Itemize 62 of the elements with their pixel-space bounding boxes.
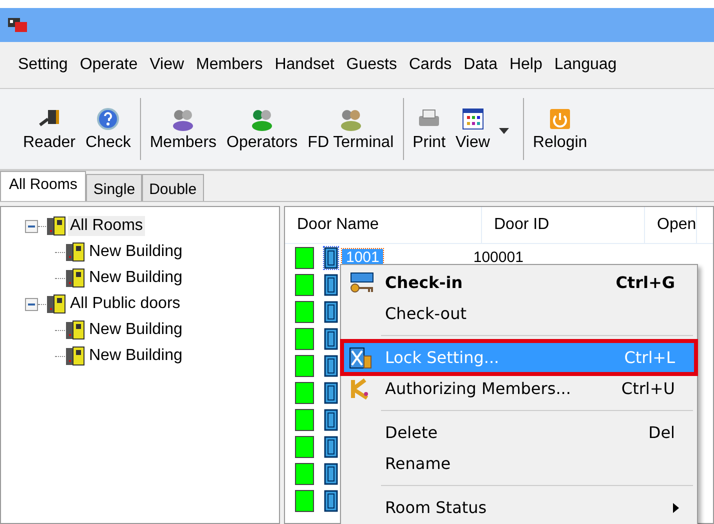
door-icon	[324, 408, 338, 430]
tree-item[interactable]: New Building	[87, 346, 184, 366]
toolbar-button[interactable]: Reader	[18, 104, 80, 154]
toolbar-button[interactable]: Print	[408, 104, 451, 154]
menu-item[interactable]: Handset	[268, 56, 340, 74]
tree-item[interactable]: New Building	[87, 242, 184, 262]
building-icon	[65, 320, 85, 340]
door-icon	[324, 382, 338, 404]
menu-item[interactable]: Authorizing Members... Ctrl+U	[343, 373, 695, 404]
building-icon	[46, 216, 66, 236]
door-icon	[324, 300, 338, 322]
tree-item[interactable]: New Building	[87, 268, 184, 288]
menu-item[interactable]: Operate	[74, 56, 144, 74]
building-icon	[65, 242, 85, 262]
collapse-icon[interactable]	[25, 220, 38, 232]
menu-item[interactable]: Check-out	[343, 298, 695, 329]
door-icon	[324, 462, 338, 484]
tab[interactable]: Single	[86, 174, 142, 201]
caret-icon	[498, 128, 509, 134]
building-icon	[46, 294, 66, 314]
column-header[interactable]: Door ID	[482, 207, 645, 243]
building-icon	[65, 268, 85, 288]
menu-item[interactable]: Check-in Ctrl+G	[343, 267, 695, 298]
key-icon	[349, 272, 375, 294]
toolbar-button[interactable]: Check	[80, 104, 136, 154]
column-header[interactable]: Open	[645, 207, 698, 243]
door-icon	[324, 490, 338, 512]
tab[interactable]: Double	[142, 174, 204, 201]
menu-item[interactable]: Data	[458, 56, 504, 74]
tree-item[interactable]: New Building	[87, 320, 184, 340]
toolbar-button[interactable]: Members	[144, 104, 222, 154]
menu-item[interactable]: Room Status	[343, 492, 695, 523]
door-icon	[324, 328, 338, 350]
menu-item[interactable]: View	[144, 56, 190, 74]
menu-item[interactable]: Cards	[402, 56, 458, 74]
menu-item[interactable]: Languag	[548, 56, 623, 74]
tree-item[interactable]: All Rooms	[68, 216, 145, 236]
menu-item[interactable]: Delete Del	[343, 417, 695, 448]
toolbar-button[interactable]: View	[450, 104, 495, 154]
door-icon	[324, 436, 338, 458]
help-icon	[95, 106, 122, 130]
door-icon	[324, 274, 338, 296]
menu-item[interactable]: Guests	[340, 56, 403, 74]
toolbar-button[interactable]: Relogin	[528, 104, 592, 154]
tree-item[interactable]: All Public doors	[68, 294, 182, 314]
tools-icon	[349, 346, 373, 370]
building-icon	[65, 346, 85, 366]
toolbar-button[interactable]: FD Terminal	[302, 104, 399, 154]
menu-item[interactable]: Setting	[12, 56, 74, 74]
grid-icon	[460, 106, 486, 130]
door-id: 100001	[473, 249, 524, 266]
app-icon	[8, 17, 28, 33]
collapse-icon[interactable]	[25, 298, 38, 310]
column-header[interactable]: Door Name	[285, 207, 482, 243]
toolbar-button[interactable]: Operators	[222, 104, 303, 154]
menu-item[interactable]: Members	[190, 56, 269, 74]
menu-item[interactable]: Rename	[343, 448, 695, 479]
menu-item[interactable]: Help	[503, 56, 548, 74]
door-icon	[324, 354, 338, 376]
door-icon	[324, 246, 338, 268]
submenu-arrow-icon	[673, 502, 679, 512]
tab[interactable]: All Rooms	[0, 171, 86, 201]
